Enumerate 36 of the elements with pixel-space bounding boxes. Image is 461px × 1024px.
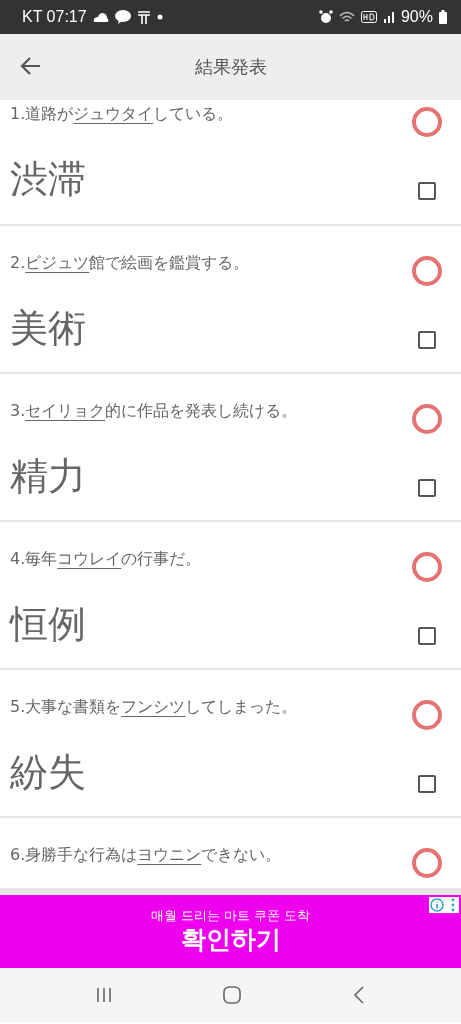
question-sentence: 2.ビジュツ館で絵画を鑑賞する。: [10, 252, 251, 274]
home-icon[interactable]: [222, 985, 243, 1005]
battery-icon: [439, 10, 447, 24]
wifi-icon: [338, 10, 355, 24]
answer-kanji: 美術: [10, 305, 87, 352]
status-carrier-time: KT 07:17: [22, 8, 87, 26]
checkbox[interactable]: [418, 775, 436, 793]
info-icon[interactable]: [429, 897, 459, 913]
checkbox[interactable]: [418, 479, 436, 497]
question-sentence: 5.大事な書類をフンシツ してしまった。: [10, 696, 299, 718]
hd-icon: [360, 11, 377, 23]
question-sentence: 3.セイリョク 的に作品を発表し続ける。: [10, 400, 299, 422]
question-sentence: 1.道路がジュウタイ している。: [10, 103, 235, 125]
back-arrow-icon[interactable]: [20, 55, 42, 77]
checkbox[interactable]: [418, 182, 436, 200]
dot-icon: [156, 14, 163, 20]
screen-title: 結果発表: [194, 55, 267, 79]
recent-apps-icon[interactable]: [94, 986, 113, 1004]
ad-subtitle: 매월 드리는 마트 쿠폰 도착: [150, 907, 311, 924]
back-icon[interactable]: [352, 985, 367, 1005]
ad-headline: 확인하기: [180, 923, 281, 956]
question-sentence: 6.身勝手な行為はヨウニンできない。: [10, 844, 283, 866]
question-sentence: 4.毎年コウレイの行事だ。: [10, 548, 203, 570]
checkbox[interactable]: [418, 627, 436, 645]
answer-kanji: 精力: [10, 453, 87, 500]
battery-percent: 90%: [400, 8, 433, 26]
answer-kanji: 恒例: [10, 601, 87, 648]
answer-kanji: 紛失: [10, 749, 87, 796]
chat-bubble-icon: [114, 10, 131, 24]
antenna-icon: [136, 10, 151, 24]
cloud-icon: [92, 12, 109, 22]
signal-icon: [382, 11, 395, 23]
alarm-icon: [318, 10, 333, 24]
checkbox[interactable]: [418, 331, 436, 349]
answer-kanji: 渋滞: [10, 156, 87, 203]
ad-banner[interactable]: 매월 드리는 마트 쿠폰 도착 확인하기: [0, 895, 461, 968]
